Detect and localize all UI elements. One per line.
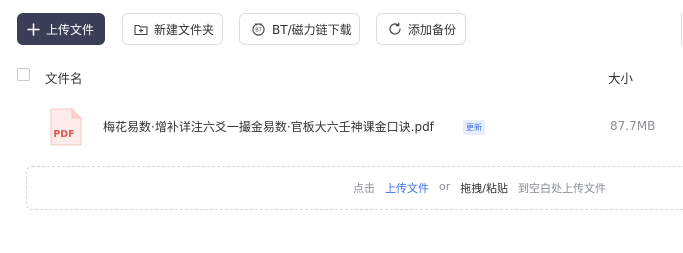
upload-button[interactable]: 上传文件 — [17, 13, 105, 45]
dropzone-drag-paste: 拖拽/粘贴 — [460, 182, 508, 195]
dropzone-prefix: 点击 — [353, 182, 375, 195]
file-size: 87.7MB — [610, 119, 656, 133]
sync-icon — [388, 22, 402, 36]
update-badge: 更新 — [463, 120, 485, 135]
add-backup-button[interactable]: 添加备份 — [376, 13, 466, 45]
dropzone-suffix: 到空白处上传文件 — [517, 182, 606, 195]
pdf-file-icon: PDF — [49, 108, 83, 146]
add-backup-label: 添加备份 — [408, 22, 457, 37]
pdf-icon-label: PDF — [53, 129, 74, 140]
toolbar: 上传文件 新建文件夹 BT BT/磁力链下载 添加备份 — [17, 13, 466, 45]
dropzone-or: or — [439, 180, 451, 193]
svg-text:BT: BT — [255, 28, 262, 34]
column-header-name[interactable]: 文件名 — [45, 68, 83, 87]
dropzone-hint: 点击 上传文件 or 拖拽/粘贴 到空白处上传文件 — [353, 180, 616, 196]
upload-button-label: 上传文件 — [46, 22, 95, 37]
new-folder-label: 新建文件夹 — [154, 22, 215, 37]
bt-download-label: BT/磁力链下载 — [272, 22, 352, 37]
folder-plus-icon — [134, 23, 148, 36]
plus-icon — [27, 22, 40, 36]
select-all-checkbox[interactable] — [17, 68, 30, 81]
table-row[interactable]: PDF 梅花易数·增补详注六爻一撮金易数·官板大六壬神课金口诀.pdf 更新 8… — [17, 104, 683, 148]
bt-icon: BT — [251, 22, 266, 36]
column-header-size[interactable]: 大小 — [608, 68, 633, 87]
file-name[interactable]: 梅花易数·增补详注六爻一撮金易数·官板大六壬神课金口诀.pdf — [103, 118, 434, 135]
table-header: 文件名 大小 — [17, 64, 683, 88]
new-folder-button[interactable]: 新建文件夹 — [122, 13, 223, 45]
dropzone-upload-link[interactable]: 上传文件 — [385, 180, 429, 196]
bt-download-button[interactable]: BT BT/磁力链下载 — [239, 13, 360, 45]
toolbar-edge-divider — [681, 13, 682, 45]
